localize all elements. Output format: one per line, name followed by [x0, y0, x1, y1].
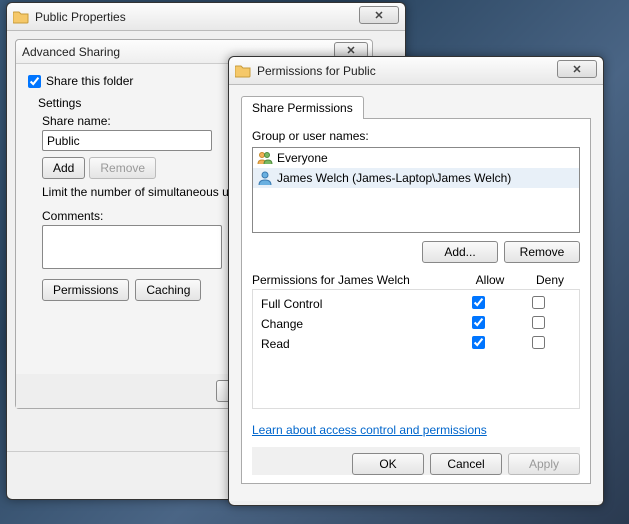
properties-close-button[interactable]: ✕ — [359, 6, 399, 24]
list-item[interactable]: Everyone — [253, 148, 579, 168]
permission-row: Full Control — [253, 294, 579, 314]
user-name: James Welch (James-Laptop\James Welch) — [277, 171, 511, 185]
group-icon — [257, 150, 273, 166]
close-icon: ✕ — [374, 9, 383, 22]
share-folder-label: Share this folder — [46, 74, 133, 88]
learn-link[interactable]: Learn about access control and permissio… — [252, 423, 487, 437]
allow-column-header: Allow — [460, 273, 520, 287]
permissions-header: Permissions for James Welch Allow Deny — [252, 273, 580, 287]
permissions-list: Full Control Change Read — [252, 289, 580, 409]
permission-name: Change — [261, 317, 451, 331]
permission-name: Full Control — [261, 297, 451, 311]
permissions-button-row: OK Cancel Apply — [252, 447, 580, 475]
allow-checkbox[interactable] — [472, 296, 485, 309]
deny-column-header: Deny — [520, 273, 580, 287]
permissions-titlebar[interactable]: Permissions for Public ✕ — [229, 57, 603, 85]
folder-icon — [235, 63, 251, 79]
close-icon: ✕ — [346, 44, 355, 57]
share-add-button[interactable]: Add — [42, 157, 85, 179]
close-icon: ✕ — [572, 63, 581, 76]
deny-checkbox[interactable] — [532, 336, 545, 349]
deny-checkbox[interactable] — [532, 296, 545, 309]
folder-icon — [13, 9, 29, 25]
permissions-button[interactable]: Permissions — [42, 279, 129, 301]
permissions-ok-button[interactable]: OK — [352, 453, 424, 475]
comments-textarea[interactable] — [42, 225, 222, 269]
permissions-title: Permissions for Public — [257, 64, 376, 78]
permission-row: Read — [253, 334, 579, 354]
share-name-input[interactable] — [42, 130, 212, 151]
permissions-for-label: Permissions for James Welch — [252, 273, 460, 287]
user-names-listbox[interactable]: Everyone James Welch (James-Laptop\James … — [252, 147, 580, 233]
list-item[interactable]: James Welch (James-Laptop\James Welch) — [253, 168, 579, 188]
deny-checkbox[interactable] — [532, 316, 545, 329]
tab-share-permissions[interactable]: Share Permissions — [241, 96, 364, 119]
user-remove-button[interactable]: Remove — [504, 241, 580, 263]
share-remove-button: Remove — [89, 157, 156, 179]
permissions-close-button[interactable]: ✕ — [557, 60, 597, 78]
user-add-button[interactable]: Add... — [422, 241, 498, 263]
permissions-apply-button: Apply — [508, 453, 580, 475]
permissions-cancel-button[interactable]: Cancel — [430, 453, 502, 475]
permission-row: Change — [253, 314, 579, 334]
caching-button[interactable]: Caching — [135, 279, 201, 301]
properties-title: Public Properties — [35, 10, 126, 24]
properties-titlebar[interactable]: Public Properties ✕ — [7, 3, 405, 31]
user-name: Everyone — [277, 151, 328, 165]
share-folder-checkbox[interactable] — [28, 75, 41, 88]
adv-sharing-title: Advanced Sharing — [22, 45, 120, 59]
allow-checkbox[interactable] — [472, 336, 485, 349]
allow-checkbox[interactable] — [472, 316, 485, 329]
permission-name: Read — [261, 337, 451, 351]
group-names-label: Group or user names: — [252, 129, 580, 143]
user-icon — [257, 170, 273, 186]
permissions-window: Permissions for Public ✕ Share Permissio… — [228, 56, 604, 506]
